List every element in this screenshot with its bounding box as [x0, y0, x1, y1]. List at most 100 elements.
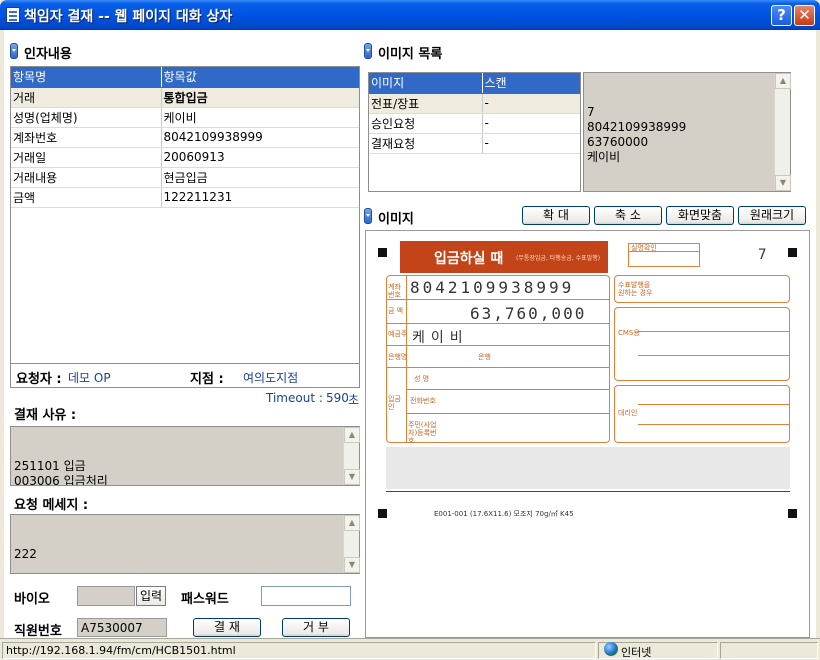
reason-label: 결재 사유 : — [14, 408, 77, 423]
list-item-value: - — [482, 93, 580, 114]
image-list-grid: 이미지 스캔 전표/장표 - 승인요청 - 결재요청 - — [368, 72, 581, 192]
scanned-deposit-slip: 입금하실 때 (무통장입금, 타행송금, 수표발행) 실명확인 7 계좌번호 8… — [378, 239, 798, 521]
registration-mark — [788, 509, 797, 518]
table-cell-name: 계좌번호 — [11, 127, 162, 148]
slip-page-number: 7 — [758, 247, 767, 263]
list-item[interactable]: 승인요청 - — [369, 113, 580, 134]
approve-button[interactable]: 결 재 — [193, 618, 261, 637]
column-header-image[interactable]: 이미지 — [369, 73, 483, 94]
list-item[interactable]: 전표/장표 - — [369, 93, 580, 114]
status-url: http://192.168.1.94/fm/cm/HCB1501.html — [2, 642, 596, 659]
slip-account-number: 8042109938999 — [410, 278, 575, 297]
divider — [638, 404, 790, 405]
title-bar[interactable]: 책임자 결재 -- 웹 페이지 대화 상자 ? ✕ — [0, 0, 820, 30]
list-item-name: 전표/장표 — [369, 93, 483, 114]
divider — [386, 491, 790, 492]
divider — [638, 331, 790, 332]
list-item[interactable]: 결재요청 - — [369, 133, 580, 154]
help-button[interactable]: ? — [771, 5, 792, 26]
section-collapse-icon[interactable] — [364, 43, 372, 59]
status-bar: http://192.168.1.94/fm/cm/HCB1501.html 인… — [0, 638, 820, 660]
divider — [638, 355, 790, 356]
list-item-value: - — [482, 133, 580, 154]
slip-left-block — [386, 275, 610, 443]
branch-label: 지점 : — [190, 372, 224, 387]
column-header-value[interactable]: 항목값 — [161, 67, 359, 88]
slip-cms-block — [614, 307, 790, 381]
bio-label: 바이오 — [14, 592, 50, 607]
reject-button[interactable]: 거 부 — [282, 618, 350, 637]
list-item-name: 결재요청 — [369, 133, 483, 154]
request-message-scrollbar[interactable]: ▲ ▼ — [343, 515, 360, 573]
zoom-out-button[interactable]: 축 소 — [594, 206, 662, 225]
table-row[interactable]: 거래내용 현금입금 — [11, 167, 359, 188]
section-collapse-icon[interactable] — [364, 208, 372, 224]
divider — [406, 413, 610, 414]
close-button[interactable]: ✕ — [794, 5, 815, 26]
table-row[interactable]: 거래 통합입금 — [11, 87, 359, 108]
registration-mark — [788, 248, 797, 257]
bank-suffix: 은행 — [478, 353, 491, 361]
table-row[interactable]: 계좌번호 8042109938999 — [11, 127, 359, 148]
column-header-scan[interactable]: 스캔 — [482, 73, 580, 94]
list-item-name: 승인요청 — [369, 113, 483, 134]
account-label: 계좌번호 — [388, 283, 401, 299]
scroll-down-icon[interactable]: ▼ — [775, 175, 791, 191]
password-input[interactable] — [261, 586, 351, 606]
branch-value: 여의도지점 — [243, 371, 299, 385]
requester-value: 데모 OP — [68, 371, 111, 385]
column-header-name[interactable]: 항목명 — [11, 67, 162, 88]
fit-screen-button[interactable]: 화면맞춤 — [666, 206, 734, 225]
slip-agent-block — [614, 385, 790, 443]
image-viewer-section-title: 이미지 — [378, 212, 414, 227]
scroll-up-icon[interactable]: ▲ — [344, 515, 360, 531]
client-label: 입금인 — [388, 395, 401, 411]
details-grid: 항목명 항목값 거래 통합입금 성명(업체명) 케이비 계좌번호 8042109… — [10, 66, 360, 364]
image-info-textarea[interactable]: 7 8042109938999 63760000 케이비 — [583, 72, 791, 192]
image-info-text: 7 8042109938999 63760000 케이비 — [587, 105, 687, 164]
id-label: 주민(사업자)등록번호 — [408, 421, 437, 445]
details-section-title: 인자내용 — [24, 47, 72, 62]
request-message-textarea[interactable]: 222 — [10, 514, 360, 574]
slip-machine-band — [386, 447, 790, 489]
table-cell-name: 거래내용 — [11, 167, 162, 188]
scroll-down-icon[interactable]: ▼ — [344, 469, 360, 485]
table-cell-name: 금액 — [11, 187, 162, 208]
reason-textarea[interactable]: 251101 입금 003006 입금처리 이 거래는 책임자 승인이 필요한 … — [10, 426, 360, 486]
bio-input-button[interactable]: 입력 — [136, 586, 166, 606]
employee-id-field[interactable]: A7530007 — [77, 618, 167, 637]
table-row[interactable]: 성명(업체명) 케이비 — [11, 107, 359, 128]
depositor-label: 예금주 — [388, 330, 408, 338]
table-cell-name: 성명(업체명) — [11, 107, 162, 128]
timeout-unit: 초 — [348, 393, 360, 407]
reason-text: 251101 입금 003006 입금처리 이 거래는 책임자 승인이 필요한 … — [14, 459, 108, 486]
app-icon — [6, 7, 20, 23]
image-info-scrollbar[interactable]: ▲ ▼ — [774, 73, 791, 191]
bio-input[interactable] — [77, 586, 135, 606]
ref-label: 실명확인 — [631, 244, 657, 252]
cms-label: CMS용 — [618, 329, 640, 337]
name-label: 성 명 — [414, 375, 430, 383]
original-size-button[interactable]: 원래크기 — [738, 206, 806, 225]
divider — [386, 323, 610, 324]
slip-amount: 63,760,000 — [470, 304, 587, 323]
scroll-up-icon[interactable]: ▲ — [775, 73, 791, 89]
employee-label: 직원번호 — [14, 624, 62, 639]
list-item-value: - — [482, 113, 580, 134]
table-row[interactable]: 거래일 20060913 — [11, 147, 359, 168]
check-label: 수표발행을 원하는 경우 — [618, 281, 653, 297]
requester-bar — [10, 364, 360, 388]
table-cell-value: 122211231 — [161, 187, 359, 208]
image-viewer[interactable]: 입금하실 때 (무통장입금, 타행송금, 수표발행) 실명확인 7 계좌번호 8… — [365, 230, 810, 638]
agent-label: 대리인 — [618, 409, 638, 417]
table-row[interactable]: 금액 122211231 — [11, 187, 359, 208]
image-list-section-title: 이미지 목록 — [378, 47, 443, 62]
zoom-in-button[interactable]: 확 대 — [522, 206, 590, 225]
table-cell-value: 통합입금 — [161, 87, 359, 108]
bank-label: 은행명 — [388, 353, 408, 361]
reason-scrollbar[interactable]: ▲ ▼ — [343, 427, 360, 485]
section-collapse-icon[interactable] — [10, 43, 18, 59]
scroll-down-icon[interactable]: ▼ — [344, 557, 360, 573]
scroll-up-icon[interactable]: ▲ — [344, 427, 360, 443]
timeout-label: Timeout : — [266, 391, 323, 405]
